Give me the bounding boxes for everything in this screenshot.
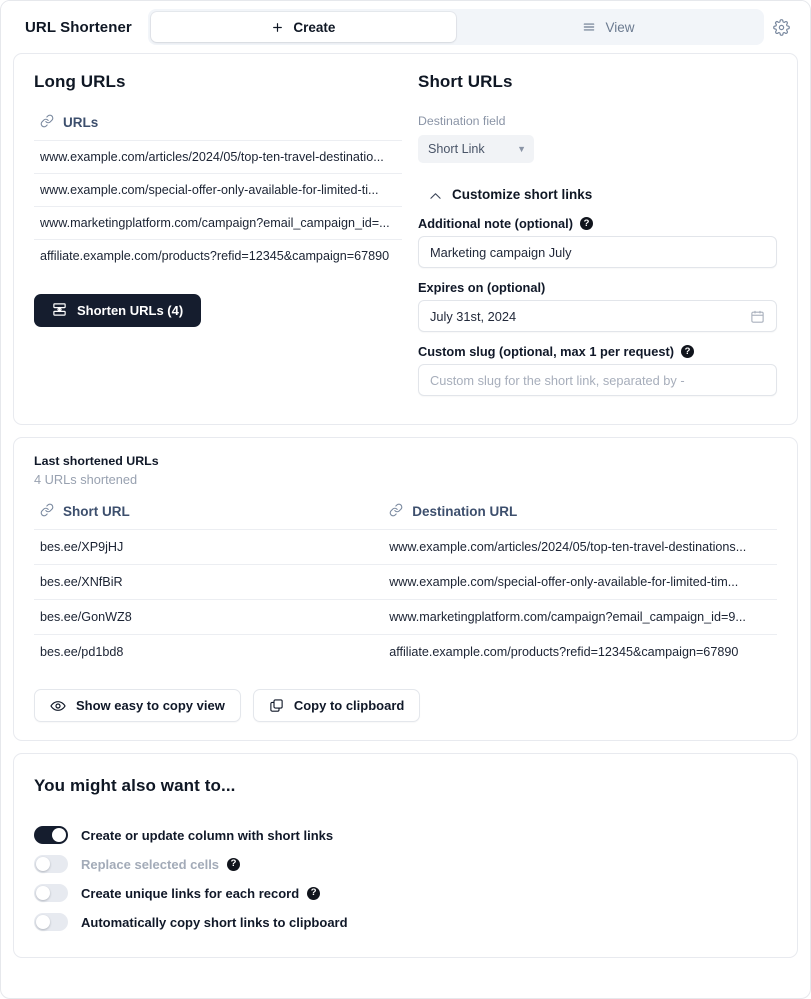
destination-url-cell[interactable]: www.example.com/articles/2024/05/top-ten…	[383, 529, 777, 565]
expires-on-label-row: Expires on (optional)	[418, 280, 777, 295]
tab-view[interactable]: View	[456, 12, 761, 42]
destination-url-cell[interactable]: affiliate.example.com/products?refid=123…	[383, 634, 777, 669]
customize-short-links-label: Customize short links	[452, 187, 593, 202]
suggestion-row-auto-copy-clipboard: Automatically copy short links to clipbo…	[34, 913, 777, 931]
expires-on-field[interactable]: July 31st, 2024	[418, 300, 777, 332]
suggestions-card: You might also want to... Create or upda…	[13, 753, 798, 958]
shorten-icon	[52, 302, 67, 320]
suggestion-row-create-unique-links: Create unique links for each record ?	[34, 884, 777, 902]
toggle-create-update-column-label-row: Create or update column with short links	[81, 828, 333, 843]
destination-field-label: Destination field	[418, 114, 506, 128]
toggle-create-unique-links[interactable]	[34, 884, 68, 902]
expires-on-value: July 31st, 2024	[430, 308, 517, 324]
page-title: URL Shortener	[25, 18, 132, 36]
destination-url-cell[interactable]: www.example.com/special-offer-only-avail…	[383, 564, 777, 600]
url-builder-card: Long URLs URLs www.example.com/articles/…	[13, 53, 798, 425]
custom-slug-label-row: Custom slug (optional, max 1 per request…	[418, 344, 777, 359]
top-bar: URL Shortener Create View	[1, 1, 810, 53]
toggle-create-update-column[interactable]	[34, 826, 68, 844]
destination-field-select[interactable]: Short Link ▼	[418, 135, 534, 163]
short-url-cell[interactable]: bes.ee/GonWZ8	[34, 599, 384, 635]
long-url-row[interactable]: www.marketingplatform.com/campaign?email…	[34, 206, 402, 239]
short-urls-column: Short URLs Destination field Short Link …	[410, 72, 777, 408]
tab-create-label: Create	[293, 19, 336, 35]
help-icon[interactable]: ?	[579, 217, 593, 230]
customize-short-links-toggle[interactable]: Customize short links	[430, 187, 777, 202]
table-row[interactable]: bes.ee/XNfBiR www.example.com/special-of…	[34, 564, 777, 600]
results-title: Last shortened URLs	[34, 454, 159, 468]
tab-strip: Create View	[147, 9, 764, 45]
short-url-column-label: Short URL	[63, 504, 130, 519]
expires-on-label: Expires on (optional)	[418, 280, 546, 295]
results-table: Short URL Destination URL bes.ee/XP9jHJ …	[34, 503, 777, 669]
long-urls-title: Long URLs	[34, 72, 126, 91]
link-icon	[389, 503, 403, 520]
long-url-row[interactable]: affiliate.example.com/products?refid=123…	[34, 239, 402, 272]
shorten-urls-button[interactable]: Shorten URLs (4)	[34, 294, 202, 327]
destination-url-column-header: Destination URL	[383, 503, 777, 530]
suggestion-row-replace-selected-cells: Replace selected cells ?	[34, 855, 777, 873]
custom-slug-label: Custom slug (optional, max 1 per request…	[418, 344, 674, 359]
custom-slug-field[interactable]: Custom slug for the short link, separate…	[418, 364, 777, 396]
shorten-urls-label: Shorten URLs (4)	[77, 303, 184, 318]
link-icon	[40, 114, 54, 131]
table-row[interactable]: bes.ee/GonWZ8 www.marketingplatform.com/…	[34, 599, 777, 635]
table-row[interactable]: bes.ee/XP9jHJ www.example.com/articles/2…	[34, 529, 777, 565]
destination-url-column-label: Destination URL	[412, 504, 518, 519]
app-window: URL Shortener Create View Long URLs URLs…	[0, 0, 811, 999]
toggle-auto-copy-clipboard[interactable]	[34, 913, 68, 931]
results-action-buttons: Show easy to copy view Copy to clipboard	[34, 689, 777, 722]
show-easy-copy-view-label: Show easy to copy view	[76, 698, 225, 713]
short-url-column-header: Short URL	[34, 503, 383, 530]
link-icon	[40, 503, 54, 520]
toggle-create-unique-links-label: Create unique links for each record	[81, 885, 300, 901]
copy-to-clipboard-label: Copy to clipboard	[293, 698, 405, 713]
additional-note-value: Marketing campaign July	[430, 244, 572, 260]
plus-icon	[271, 21, 284, 34]
calendar-icon[interactable]	[750, 309, 765, 324]
results-table-header-row: Short URL Destination URL	[34, 503, 777, 530]
show-easy-copy-view-button[interactable]: Show easy to copy view	[34, 689, 241, 722]
help-icon[interactable]: ?	[680, 345, 694, 358]
toggle-create-unique-links-label-row: Create unique links for each record ?	[81, 885, 321, 901]
list-icon	[582, 20, 596, 34]
suggestions-title: You might also want to...	[34, 776, 236, 795]
short-urls-title: Short URLs	[418, 72, 513, 91]
long-url-row[interactable]: www.example.com/special-offer-only-avail…	[34, 173, 402, 206]
help-icon[interactable]: ?	[227, 857, 241, 871]
eye-icon	[50, 698, 66, 714]
destination-field-value: Short Link	[428, 142, 485, 156]
toggle-auto-copy-clipboard-label: Automatically copy short links to clipbo…	[81, 914, 348, 930]
gear-icon[interactable]	[764, 10, 798, 44]
toggle-create-update-column-label: Create or update column with short links	[81, 827, 334, 843]
chevron-up-icon	[430, 190, 441, 202]
long-urls-column-label: URLs	[63, 115, 99, 130]
short-url-cell[interactable]: bes.ee/XNfBiR	[34, 564, 384, 600]
long-urls-column: Long URLs URLs www.example.com/articles/…	[34, 72, 410, 408]
toggle-auto-copy-clipboard-label-row: Automatically copy short links to clipbo…	[81, 915, 348, 930]
help-icon[interactable]: ?	[307, 886, 321, 900]
additional-note-field[interactable]: Marketing campaign July	[418, 236, 777, 268]
long-url-row[interactable]: www.example.com/articles/2024/05/top-ten…	[34, 140, 402, 173]
toggle-replace-selected-cells[interactable]	[34, 855, 68, 873]
short-url-cell[interactable]: bes.ee/XP9jHJ	[34, 529, 384, 565]
toggle-replace-selected-cells-label: Replace selected cells	[81, 856, 220, 872]
copy-icon	[269, 698, 284, 713]
suggestion-row-create-update-column: Create or update column with short links	[34, 826, 777, 844]
additional-note-label-row: Additional note (optional) ?	[418, 216, 777, 231]
additional-note-label: Additional note (optional)	[418, 216, 573, 231]
short-url-cell[interactable]: bes.ee/pd1bd8	[34, 634, 384, 669]
chevron-down-icon: ▼	[517, 144, 526, 154]
custom-slug-placeholder: Custom slug for the short link, separate…	[430, 372, 685, 388]
copy-to-clipboard-button[interactable]: Copy to clipboard	[252, 689, 421, 722]
results-card: Last shortened URLs 4 URLs shortened Sho…	[13, 437, 798, 741]
tab-view-label: View	[605, 19, 635, 35]
tab-create[interactable]: Create	[150, 12, 456, 42]
toggle-replace-selected-cells-label-row: Replace selected cells ?	[81, 856, 241, 872]
table-row[interactable]: bes.ee/pd1bd8 affiliate.example.com/prod…	[34, 634, 777, 669]
results-subtitle: 4 URLs shortened	[34, 472, 138, 487]
destination-url-cell[interactable]: www.marketingplatform.com/campaign?email…	[383, 599, 777, 635]
long-urls-column-header: URLs	[34, 114, 402, 140]
